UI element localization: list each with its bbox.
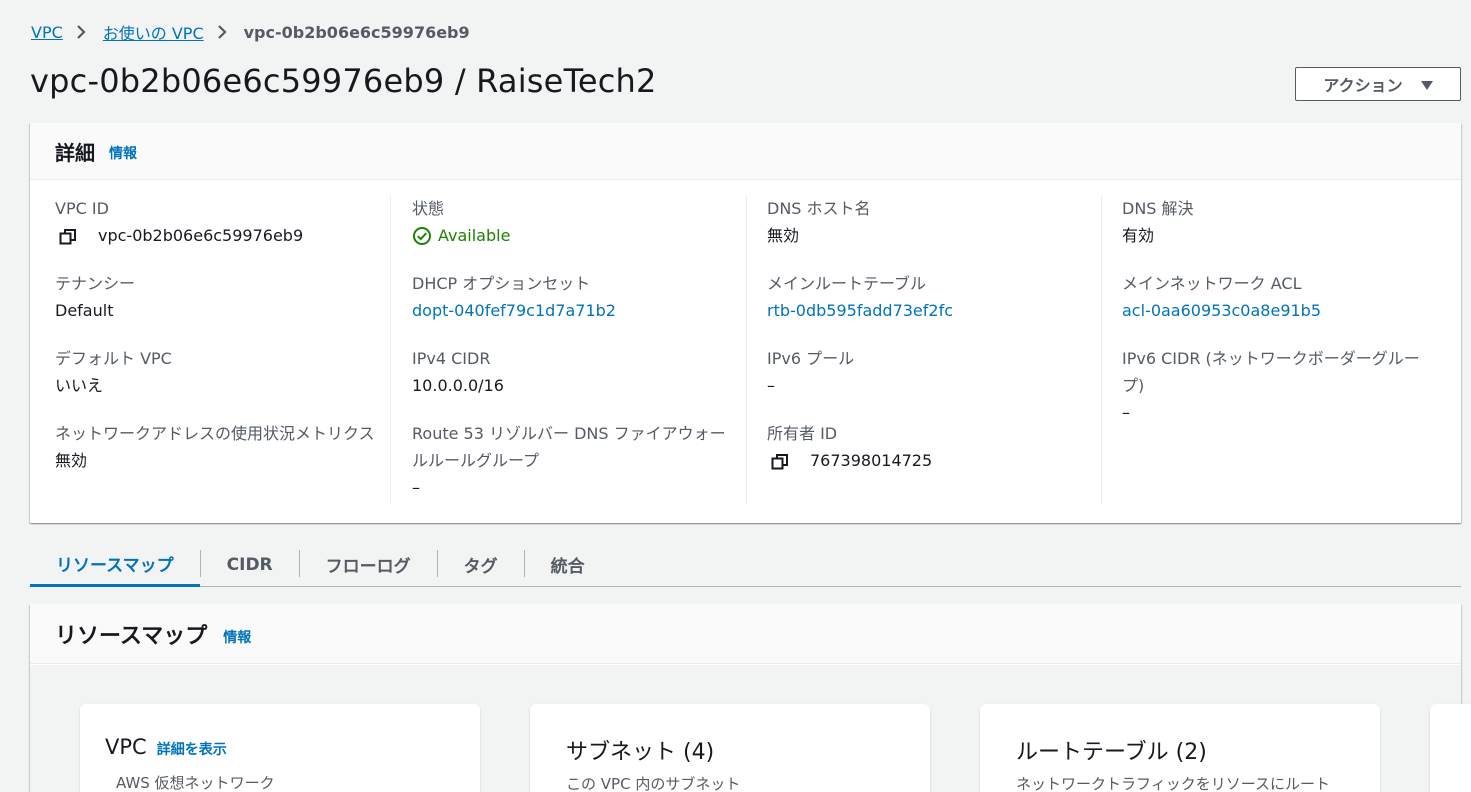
route-tables-card-subtitle: ネットワークトラフィックをリソースにルート xyxy=(1016,775,1330,792)
owner-id-label: 所有者 ID xyxy=(767,424,838,443)
breadcrumb-current: vpc-0b2b06e6c59976eb9 xyxy=(243,22,470,42)
vpc-id-label: VPC ID xyxy=(55,199,109,218)
tab-resource-map[interactable]: リソースマップ xyxy=(30,543,200,587)
details-title: 詳細 xyxy=(55,140,95,165)
details-column-3: DNS ホスト名 無効 メインルートテーブル rtb-0db595fadd73e… xyxy=(746,195,1101,505)
tab-tags[interactable]: タグ xyxy=(438,543,524,586)
tab-flow-logs[interactable]: フローログ xyxy=(300,543,437,586)
dhcp-label: DHCP オプションセット xyxy=(412,274,591,293)
default-vpc-value: いいえ xyxy=(55,376,104,395)
tab-cidr[interactable]: CIDR xyxy=(201,543,299,586)
main-acl-link[interactable]: acl-0aa60953c0a8e91b5 xyxy=(1122,297,1452,324)
resource-map-info-link[interactable]: 情報 xyxy=(223,627,251,647)
details-column-1: VPC ID vpc-0b2b06e6c59976eb9 テナンシー Defau… xyxy=(55,195,410,505)
tenancy-label: テナンシー xyxy=(55,274,136,293)
route53-label: Route 53 リゾルバー DNS ファイアウォールルールグループ xyxy=(412,424,726,470)
ipv4-cidr-value: 10.0.0.0/16 xyxy=(412,376,504,395)
details-panel: 詳細 情報 VPC ID vpc-0b2b06e6c59976eb9 テナンシー… xyxy=(30,123,1461,523)
dns-hostnames-label: DNS ホスト名 xyxy=(767,199,871,218)
main-acl-label: メインネットワーク ACL xyxy=(1122,274,1302,293)
details-info-link[interactable]: 情報 xyxy=(109,143,137,163)
owner-id-value: 767398014725 xyxy=(810,451,933,470)
breadcrumb-your-vpcs-link[interactable]: お使いの VPC xyxy=(103,20,204,44)
copy-icon[interactable] xyxy=(59,227,77,245)
details-header: 詳細 情報 xyxy=(30,123,1461,180)
details-column-2: 状態 Available DHCP オプションセット dopt-040fef79… xyxy=(390,195,745,505)
ipv6-cidr-label: IPv6 CIDR (ネットワークボーダーグループ) xyxy=(1122,349,1420,395)
dhcp-options-link[interactable]: dopt-040fef79c1d7a71b2 xyxy=(412,297,742,324)
vpc-card-title-row: VPC 詳細を表示 xyxy=(105,735,227,759)
route-tables-card-title: ルートテーブル (2) xyxy=(1016,740,1207,765)
main-route-table-label: メインルートテーブル xyxy=(767,274,927,293)
tenancy-value: Default xyxy=(55,301,114,320)
state-value: Available xyxy=(438,226,511,245)
ipv4-cidr-label: IPv4 CIDR xyxy=(412,349,491,368)
dns-resolution-label: DNS 解決 xyxy=(1122,199,1194,218)
vpc-card-subtitle: AWS 仮想ネットワーク xyxy=(116,774,275,792)
next-card xyxy=(1430,704,1471,792)
network-metrics-value: 無効 xyxy=(55,451,88,470)
vpc-id-value: vpc-0b2b06e6c59976eb9 xyxy=(98,226,304,245)
details-column-4: DNS 解決 有効 メインネットワーク ACL acl-0aa60953c0a8… xyxy=(1101,195,1436,505)
route-tables-card: ルートテーブル (2) ネットワークトラフィックをリソースにルート xyxy=(980,704,1380,792)
state-label: 状態 xyxy=(412,199,445,218)
page-title: vpc-0b2b06e6c59976eb9 / RaiseTech2 xyxy=(30,62,657,100)
breadcrumb-vpc-link[interactable]: VPC xyxy=(31,23,63,42)
resource-map-body: VPC 詳細を表示 AWS 仮想ネットワーク サブネット (4) この VPC … xyxy=(30,665,1471,792)
subnets-card: サブネット (4) この VPC 内のサブネット xyxy=(530,704,930,792)
status-success-icon xyxy=(412,226,432,246)
network-metrics-label: ネットワークアドレスの使用状況メトリクス xyxy=(55,424,375,443)
ipv6-pool-value: – xyxy=(767,376,775,395)
dns-resolution-value: 有効 xyxy=(1122,226,1155,245)
vpc-card-title: VPC xyxy=(105,735,147,759)
breadcrumb: VPC お使いの VPC vpc-0b2b06e6c59976eb9 xyxy=(31,20,470,44)
subnets-card-title: サブネット (4) xyxy=(566,740,715,765)
view-details-link[interactable]: 詳細を表示 xyxy=(157,739,227,759)
vpc-card: VPC 詳細を表示 AWS 仮想ネットワーク xyxy=(80,704,480,792)
caret-down-icon xyxy=(1420,80,1433,90)
state-value-row: Available xyxy=(412,222,742,249)
vpc-id-value-row: vpc-0b2b06e6c59976eb9 xyxy=(55,222,385,249)
copy-icon[interactable] xyxy=(771,452,789,470)
actions-button-label: アクション xyxy=(1323,76,1403,95)
owner-id-value-row: 767398014725 xyxy=(767,447,1097,474)
resource-map-panel: リソースマップ 情報 VPC 詳細を表示 AWS 仮想ネットワーク サブネット … xyxy=(30,604,1471,792)
ipv6-cidr-value: – xyxy=(1122,403,1130,422)
actions-dropdown-button[interactable]: アクション xyxy=(1295,67,1461,101)
default-vpc-label: デフォルト VPC xyxy=(55,349,172,368)
chevron-right-icon xyxy=(216,20,232,44)
tab-integrations[interactable]: 統合 xyxy=(525,543,611,586)
resource-map-header: リソースマップ 情報 xyxy=(30,604,1461,664)
dns-hostnames-value: 無効 xyxy=(767,226,800,245)
ipv6-pool-label: IPv6 プール xyxy=(767,349,855,368)
detail-tabs: リソースマップ CIDR フローログ タグ 統合 xyxy=(30,543,1461,587)
chevron-right-icon xyxy=(75,20,91,44)
resource-map-title: リソースマップ xyxy=(55,623,208,649)
subnets-card-subtitle: この VPC 内のサブネット xyxy=(566,775,741,792)
route53-value: – xyxy=(412,478,420,497)
main-route-table-link[interactable]: rtb-0db595fadd73ef2fc xyxy=(767,297,1097,324)
